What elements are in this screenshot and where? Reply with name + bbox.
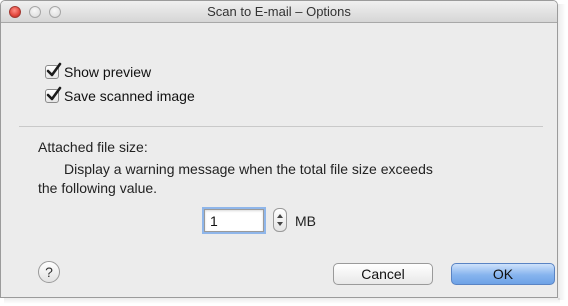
show-preview-label: Show preview (64, 64, 152, 80)
cancel-button[interactable]: Cancel (333, 263, 433, 285)
file-size-stepper[interactable] (273, 208, 287, 232)
file-size-unit: MB (295, 213, 316, 229)
save-scanned-image-checkbox[interactable] (45, 86, 62, 103)
checkmark-icon (46, 62, 62, 77)
stepper-up-arrow-icon[interactable] (277, 214, 283, 218)
window-title: Scan to E-mail – Options (207, 4, 351, 19)
window-shadow-bottom (4, 298, 560, 304)
options-dialog: Scan to E-mail – Options Show preview Sa… (0, 0, 558, 298)
show-preview-checkbox[interactable] (45, 62, 62, 79)
file-size-title: Attached file size: (38, 139, 148, 155)
save-scanned-image-option[interactable]: Save scanned image (45, 86, 195, 105)
window-shadow-right (558, 4, 566, 300)
help-button[interactable]: ? (38, 261, 60, 283)
ok-button[interactable]: OK (451, 263, 555, 285)
save-scanned-image-label: Save scanned image (64, 88, 195, 104)
show-preview-option[interactable]: Show preview (45, 62, 152, 81)
file-size-description-cont: the following value. (38, 180, 158, 196)
title-bar: Scan to E-mail – Options (1, 1, 557, 23)
checkmark-icon (46, 86, 62, 101)
stepper-down-arrow-icon[interactable] (277, 222, 283, 226)
file-size-input[interactable] (202, 207, 266, 234)
file-size-description: Display a warning message when the total… (64, 161, 433, 177)
